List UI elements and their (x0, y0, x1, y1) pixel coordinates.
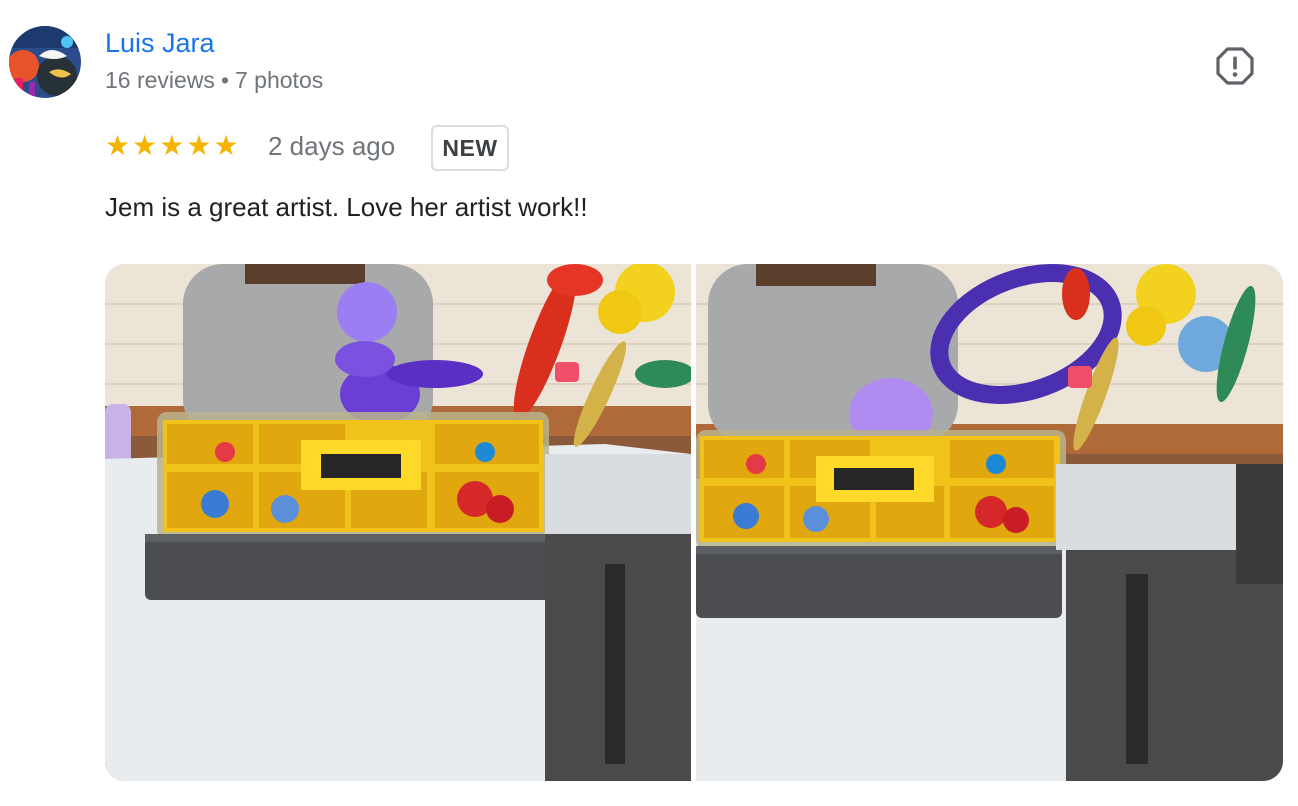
report-icon[interactable] (1214, 45, 1256, 87)
star-icon: ★ (186, 130, 212, 161)
photos-count: 7 photos (235, 67, 324, 93)
review-photo[interactable] (696, 264, 1283, 781)
star-icon: ★ (213, 130, 239, 161)
reviewer-name-link[interactable]: Luis Jara (105, 28, 215, 59)
reviewer-meta: 16 reviews • 7 photos (105, 67, 323, 94)
review-photo[interactable] (105, 264, 691, 781)
star-rating: ★ ★ ★ ★ ★ (105, 130, 239, 162)
review-photos (105, 264, 1283, 781)
star-icon: ★ (105, 130, 131, 161)
star-icon: ★ (132, 130, 158, 161)
reviews-count: 16 reviews (105, 67, 215, 93)
review-text: Jem is a great artist. Love her artist w… (105, 192, 588, 222)
meta-separator: • (220, 67, 229, 93)
avatar[interactable] (9, 26, 81, 98)
new-badge: NEW (431, 125, 509, 171)
star-icon: ★ (159, 130, 185, 161)
review-time: 2 days ago (268, 131, 396, 161)
